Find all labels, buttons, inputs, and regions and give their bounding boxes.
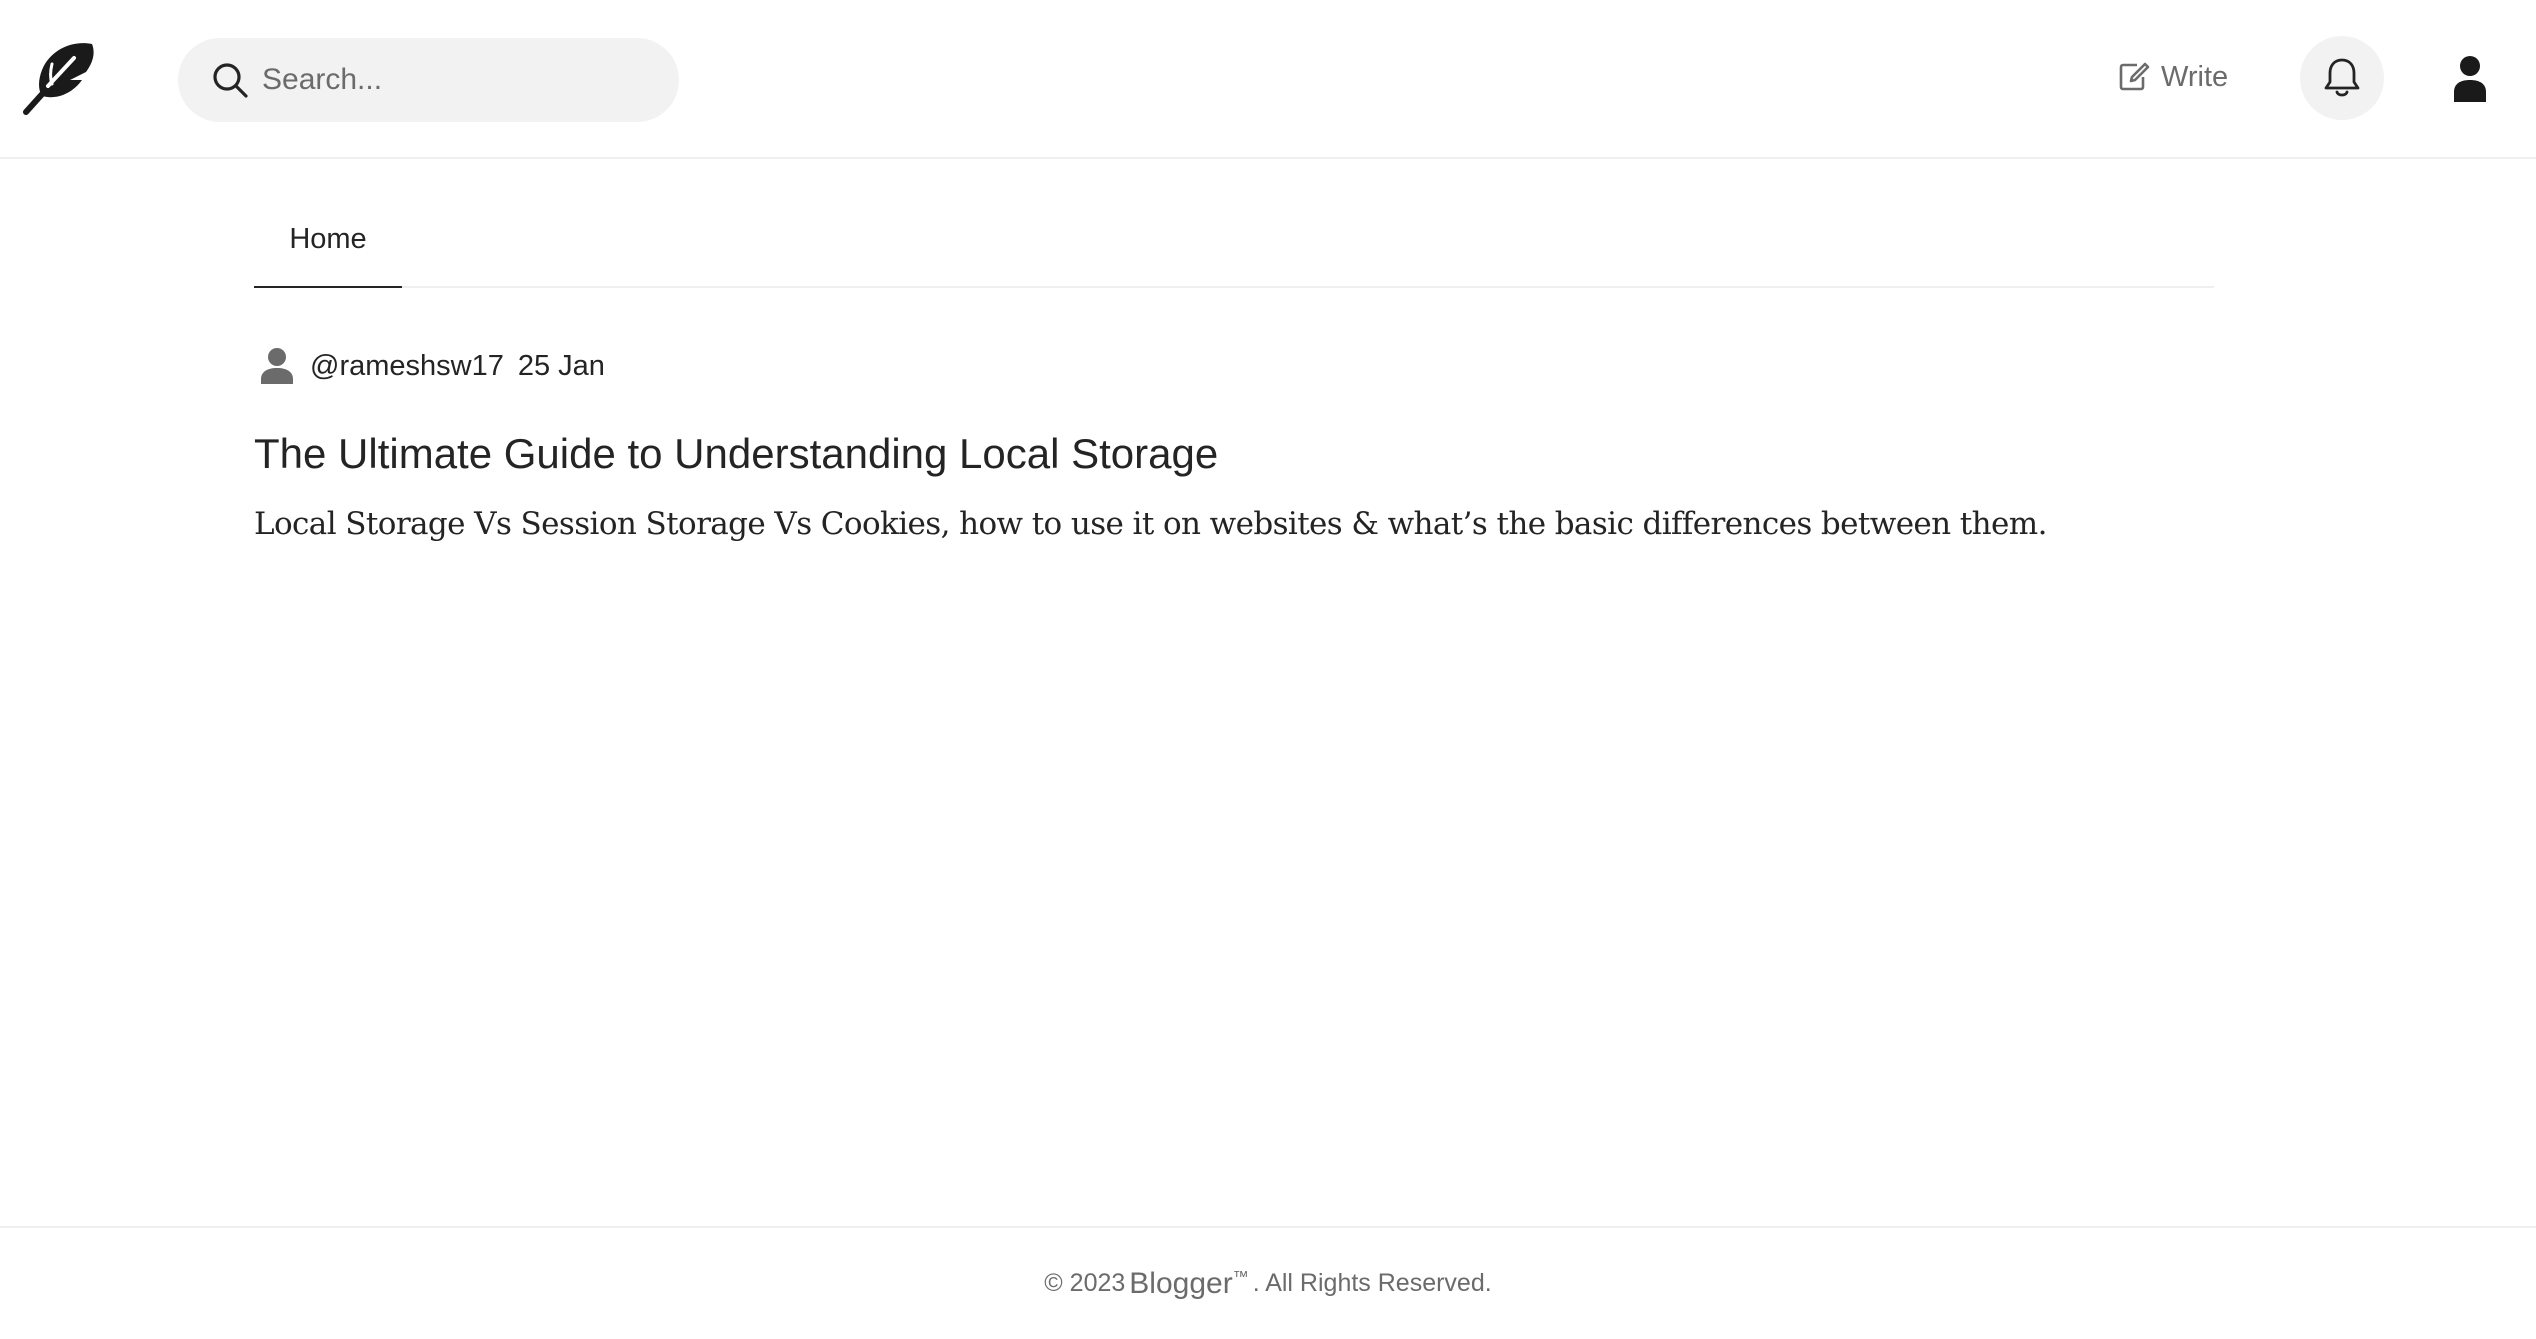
post-excerpt: Local Storage Vs Session Storage Vs Cook… (254, 506, 2047, 542)
footer-rights: . All Rights Reserved. (1252, 1269, 1492, 1297)
footer-trademark: ™ (1232, 1268, 1249, 1286)
author-avatar-icon (261, 348, 293, 384)
tab-home-label: Home (289, 222, 367, 255)
nav-tabs: Home (254, 206, 2214, 288)
post-meta: @rameshsw17 25 Jan (254, 344, 605, 388)
search-icon (213, 63, 248, 98)
post-author[interactable]: @rameshsw17 (310, 350, 504, 383)
footer: © 2023 Blogger™ . All Rights Reserved. (0, 1226, 2536, 1339)
bell-icon (2324, 58, 2360, 97)
tab-home[interactable]: Home (254, 206, 402, 288)
post-title[interactable]: The Ultimate Guide to Understanding Loca… (254, 430, 1218, 478)
edit-icon (2119, 62, 2150, 91)
notifications-button[interactable] (2300, 36, 2384, 120)
footer-brand-name: Blogger (1129, 1266, 1233, 1300)
write-label: Write (2161, 60, 2229, 93)
post-date: 25 Jan (517, 349, 605, 382)
footer-copyright: © 2023 (1044, 1269, 1126, 1297)
feather-logo-icon[interactable] (22, 38, 98, 116)
page: Write Home @rameshsw17 25 Jan The Ultima… (0, 0, 2536, 1339)
write-button[interactable]: Write (2115, 52, 2228, 102)
profile-icon[interactable] (2450, 54, 2490, 102)
search-bar[interactable] (178, 38, 679, 122)
search-input[interactable] (262, 38, 652, 122)
top-bar: Write (0, 0, 2536, 159)
footer-brand: Blogger™ (1129, 1267, 1248, 1301)
